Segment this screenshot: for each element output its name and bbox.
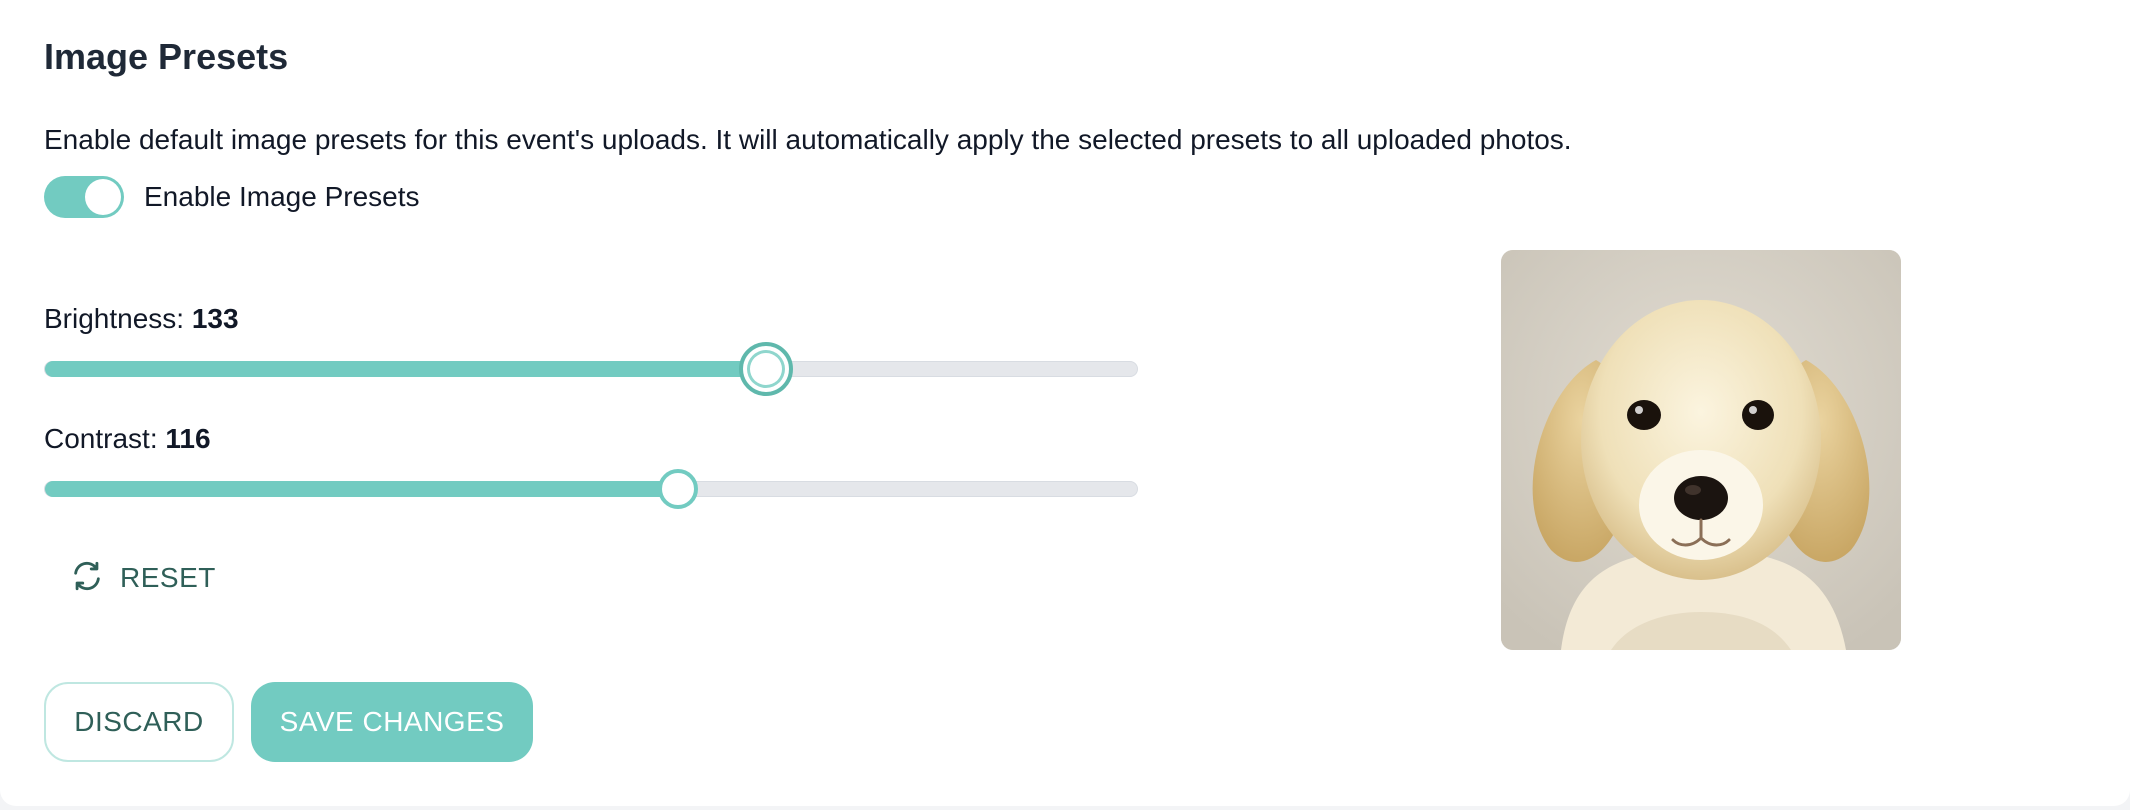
contrast-slider-fill bbox=[45, 481, 679, 497]
brightness-slider-thumb[interactable] bbox=[738, 342, 793, 396]
contrast-label: Contrast: 116 bbox=[44, 423, 211, 455]
contrast-slider-thumb[interactable] bbox=[658, 469, 699, 509]
enable-presets-row: Enable Image Presets bbox=[44, 176, 420, 218]
image-presets-card: Image Presets Enable default image prese… bbox=[0, 0, 2130, 806]
page-title: Image Presets bbox=[44, 36, 289, 77]
reset-button[interactable]: RESET bbox=[70, 556, 216, 600]
reset-label: RESET bbox=[120, 562, 216, 593]
brightness-value: 133 bbox=[191, 303, 239, 334]
refresh-icon bbox=[70, 559, 104, 598]
brightness-label: Brightness: 133 bbox=[44, 303, 239, 335]
contrast-label-text: Contrast: bbox=[44, 423, 158, 454]
puppy-photo bbox=[1501, 250, 1901, 650]
brightness-slider[interactable] bbox=[44, 342, 1138, 396]
description-text: Enable default image presets for this ev… bbox=[44, 124, 1572, 155]
preview-image bbox=[1501, 250, 1901, 650]
contrast-slider[interactable] bbox=[44, 469, 1138, 509]
brightness-label-text: Brightness: bbox=[44, 303, 185, 334]
discard-button[interactable]: DISCARD bbox=[44, 682, 234, 762]
enable-presets-label: Enable Image Presets bbox=[144, 181, 420, 212]
brightness-slider-fill bbox=[45, 361, 766, 377]
enable-presets-toggle[interactable] bbox=[44, 176, 124, 218]
contrast-value: 116 bbox=[165, 423, 211, 454]
save-changes-button[interactable]: SAVE CHANGES bbox=[251, 682, 533, 762]
toggle-knob bbox=[85, 179, 121, 215]
